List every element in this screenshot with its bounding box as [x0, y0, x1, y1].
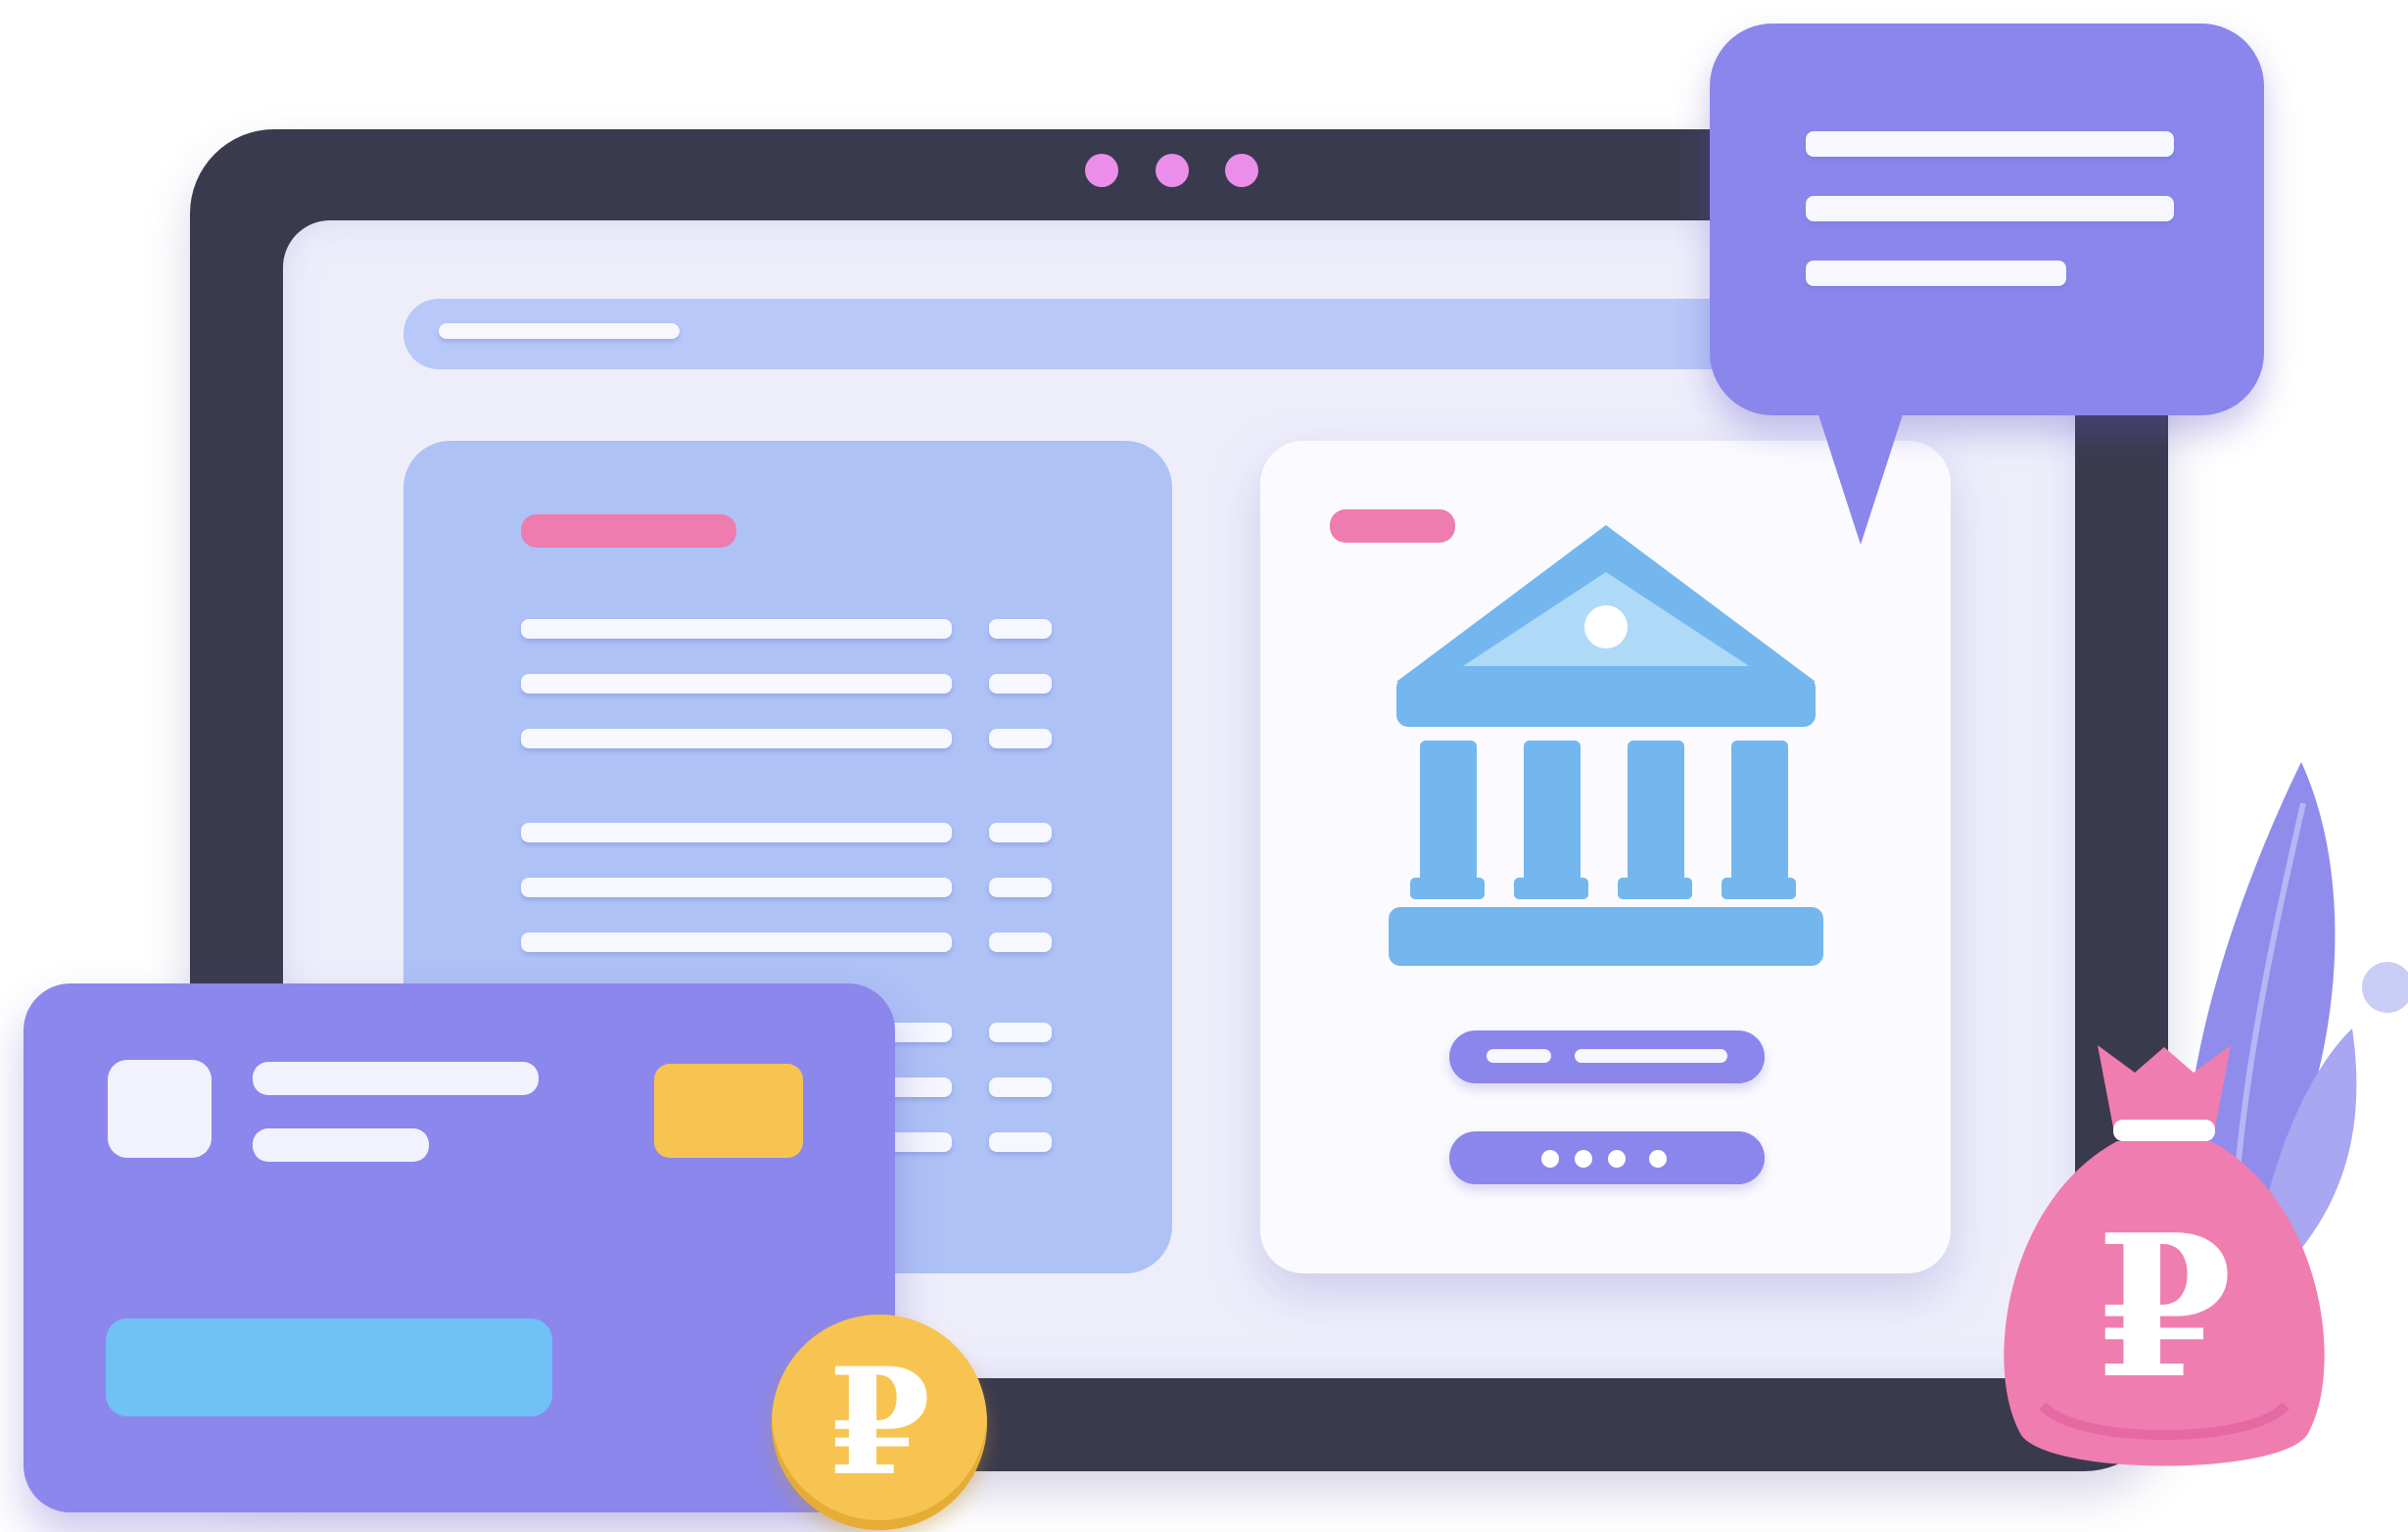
chat-line-1	[1806, 131, 2174, 157]
credit-card-detail-line	[253, 1128, 429, 1162]
camera-dot-1	[1085, 154, 1118, 187]
credit-card-chip	[654, 1064, 803, 1158]
statement-row-5-label	[521, 878, 952, 897]
password-dot-1	[1541, 1150, 1559, 1168]
statement-row-2-value	[989, 674, 1052, 694]
statement-title-tag	[521, 514, 736, 548]
chat-bubble-tail	[1814, 400, 1908, 545]
statement-row-8-value	[989, 1077, 1052, 1097]
statement-row-5-value	[989, 878, 1052, 897]
chat-line-2	[1806, 196, 2174, 221]
credit-card-logo	[108, 1060, 212, 1158]
address-bar-text-placeholder	[439, 323, 680, 339]
statement-row-3-value	[989, 729, 1052, 748]
password-dot-4	[1649, 1150, 1667, 1168]
statement-row-2-label	[521, 674, 952, 694]
password-dot-2	[1575, 1150, 1592, 1168]
camera-dot-2	[1156, 154, 1189, 187]
statement-row-4-value	[989, 823, 1052, 842]
statement-row-6-label	[521, 933, 952, 952]
credit-card-holder-line	[253, 1062, 539, 1095]
credit-card-number-bar	[106, 1318, 552, 1416]
statement-row-7-value	[989, 1023, 1052, 1042]
statement-row-1-value	[989, 619, 1052, 639]
statement-row-1-label	[521, 619, 952, 639]
password-field[interactable]	[1449, 1131, 1765, 1184]
money-bag-symbol: ₽	[2096, 1192, 2233, 1422]
password-dot-3	[1608, 1150, 1626, 1168]
chat-line-3	[1806, 261, 2066, 286]
login-field-prefix	[1487, 1049, 1551, 1063]
statement-row-3-label	[521, 729, 952, 748]
camera-dot-3	[1225, 154, 1258, 187]
statement-row-9-value	[989, 1132, 1052, 1152]
decorative-dot	[2362, 962, 2408, 1013]
bank-icon	[1389, 525, 1823, 966]
statement-row-4-label	[521, 823, 952, 842]
ruble-coin-symbol: ₽	[827, 1336, 931, 1508]
statement-row-6-value	[989, 933, 1052, 952]
login-field-text	[1575, 1049, 1727, 1063]
